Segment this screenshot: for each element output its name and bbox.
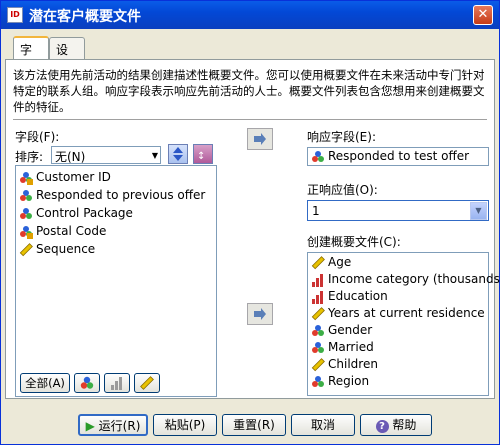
tab-fields[interactable]: 字段 [13, 36, 49, 74]
ordinal-bars-icon [111, 377, 122, 390]
close-button[interactable]: ✕ [473, 5, 493, 25]
svg-text:↕: ↕ [197, 151, 205, 162]
filter-nominal-button[interactable] [74, 373, 100, 393]
list-item-label: Customer ID [36, 170, 111, 184]
select-all-button[interactable]: 全部(A) [20, 373, 70, 393]
arrow-right-icon [254, 133, 266, 145]
list-item-label: Married [328, 340, 374, 354]
list-item-label: Children [328, 357, 378, 371]
list-item-label: Age [328, 255, 352, 269]
scale-ruler-icon [311, 256, 325, 270]
list-item-label: Income category (thousands) [328, 272, 500, 286]
arrow-right-icon [254, 308, 266, 320]
list-item-label: Sequence [36, 242, 96, 256]
run-button-label: 运行(R) [98, 419, 141, 433]
list-item-label: Region [328, 374, 370, 388]
help-button[interactable]: ? 帮助 [360, 414, 432, 436]
profile-label: 创建概要文件(C): [307, 235, 401, 249]
reset-button[interactable]: 重置(R) [222, 414, 286, 436]
scale-ruler-icon [140, 376, 154, 390]
chevron-down-icon[interactable]: ▼ [470, 202, 487, 220]
positive-value-label: 正响应值(O): [307, 183, 378, 197]
scale-ruler-icon [311, 307, 325, 321]
help-icon: ? [375, 420, 389, 433]
sort-label: 排序: [15, 150, 44, 164]
list-item-label: Gender [328, 323, 373, 337]
fields-label: 字段(F): [15, 130, 60, 144]
sort-order-button[interactable] [168, 144, 188, 164]
nominal-icon [312, 342, 324, 353]
title-bar[interactable]: ID 潜在客户概要文件 ✕ [1, 1, 499, 29]
move-profile-button[interactable] [247, 303, 273, 325]
sort-type-button[interactable]: ↕ [193, 144, 213, 164]
ordinal-bars-icon [312, 274, 323, 287]
tab-settings[interactable]: 设置 [49, 37, 85, 74]
nominal-lock-icon [20, 172, 33, 185]
run-button[interactable]: ▶ 运行(R) [78, 414, 148, 436]
scale-ruler-icon [311, 358, 325, 372]
nominal-icon [20, 208, 32, 219]
help-button-label: 帮助 [392, 418, 417, 432]
divider [13, 119, 487, 120]
sort-select[interactable]: 无(N) ▼ [51, 146, 161, 164]
chevron-down-icon: ▼ [151, 151, 158, 160]
cancel-button[interactable]: 取消 [291, 414, 355, 436]
scale-ruler-icon [19, 243, 33, 257]
play-icon: ▶ [85, 419, 95, 433]
list-item-label: Responded to previous offer [36, 188, 206, 202]
fields-listbox[interactable]: Customer ID Responded to previous offer … [15, 165, 217, 397]
description-text: 该方法使用先前活动的结果创建描述性概要文件。您可以使用概要文件在未来活动中专门针… [13, 68, 485, 114]
list-item-label: Control Package [36, 206, 133, 220]
ordinal-bars-icon [312, 291, 323, 304]
response-field-input[interactable]: Responded to test offer [307, 147, 489, 166]
positive-value-text: 1 [312, 204, 320, 218]
move-response-button[interactable] [247, 128, 273, 150]
profile-listbox[interactable]: Age Income category (thousands) Educatio… [307, 252, 500, 396]
filter-ordinal-button[interactable] [104, 373, 130, 393]
response-field-value: Responded to test offer [328, 149, 470, 163]
sort-up-down-icon [173, 147, 183, 161]
paste-button[interactable]: 粘贴(P) [153, 414, 217, 436]
sort-value: 无(N) [55, 150, 86, 164]
nominal-icon [312, 151, 324, 162]
app-icon: ID [7, 7, 23, 23]
nominal-icon [312, 325, 324, 336]
nominal-icon [80, 376, 94, 389]
response-field-label: 响应字段(E): [307, 130, 376, 144]
window-title: 潜在客户概要文件 [29, 9, 141, 25]
list-item-label: Years at current residence [328, 306, 485, 320]
nominal-icon [20, 190, 32, 201]
nominal-lock-icon [20, 226, 33, 239]
list-item-label: Postal Code [36, 224, 107, 238]
list-item-label: Education [328, 289, 388, 303]
dialog-window: ID 潜在客户概要文件 ✕ 字段 设置 该方法使用先前活动的结果创建描述性概要文… [0, 0, 500, 445]
positive-value-combo[interactable]: 1 ▼ [307, 200, 489, 221]
filter-scale-button[interactable] [134, 373, 160, 393]
sort-icon: ↕ [197, 151, 205, 162]
nominal-icon [312, 376, 324, 387]
